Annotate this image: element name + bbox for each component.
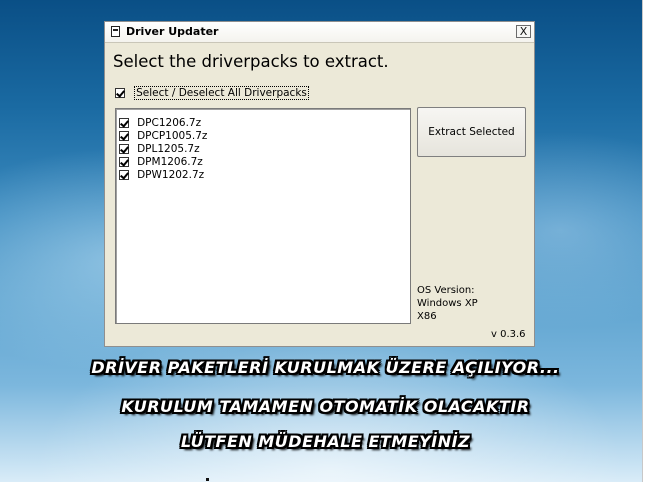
list-item[interactable]: DPL1205.7z [119, 138, 200, 155]
driverpack-label: DPW1202.7z [137, 168, 205, 181]
checkbox-checked-icon[interactable] [119, 169, 129, 180]
overlay-message-do-not-interfere: LÜTFEN MÜDEHALE ETMEYİNİZ [180, 432, 471, 451]
overlay-message-extracting: DRİVER PAKETLERİ KURULMAK ÜZERE AÇILIYOR… [91, 358, 560, 377]
os-name: Windows XP [417, 298, 478, 309]
title-bar[interactable]: Driver Updater X [105, 22, 534, 43]
list-item[interactable]: DPC1206.7z [119, 112, 201, 129]
close-button[interactable]: X [516, 25, 531, 38]
list-item[interactable]: DPW1202.7z [119, 164, 204, 181]
window-title: Driver Updater [126, 25, 219, 38]
driver-updater-window: Driver Updater X Select the driverpacks … [104, 21, 535, 347]
extract-selected-button[interactable]: Extract Selected [417, 107, 526, 157]
os-version-label: OS Version: [417, 285, 475, 296]
overlay-message-automatic: KURULUM TAMAMEN OTOMATİK OLACAKTIR [121, 397, 530, 416]
driverpack-list[interactable]: DPC1206.7z DPCP1005.7z DPL1205.7z DPM120… [115, 108, 411, 324]
select-all-label[interactable]: Select / Deselect All Driverpacks [134, 85, 309, 100]
list-item[interactable]: DPCP1005.7z [119, 125, 207, 142]
version-label: v 0.3.6 [491, 329, 526, 340]
os-arch: X86 [417, 311, 437, 322]
select-all-checkbox[interactable]: Select / Deselect All Driverpacks [115, 82, 309, 100]
list-item[interactable]: DPM1206.7z [119, 151, 203, 168]
page-title: Select the driverpacks to extract. [113, 52, 389, 71]
checkbox-checked-icon[interactable] [115, 87, 125, 98]
cursor-icon [206, 478, 209, 481]
app-icon [111, 26, 120, 37]
os-info: OS Version: Windows XP X86 [417, 284, 478, 323]
